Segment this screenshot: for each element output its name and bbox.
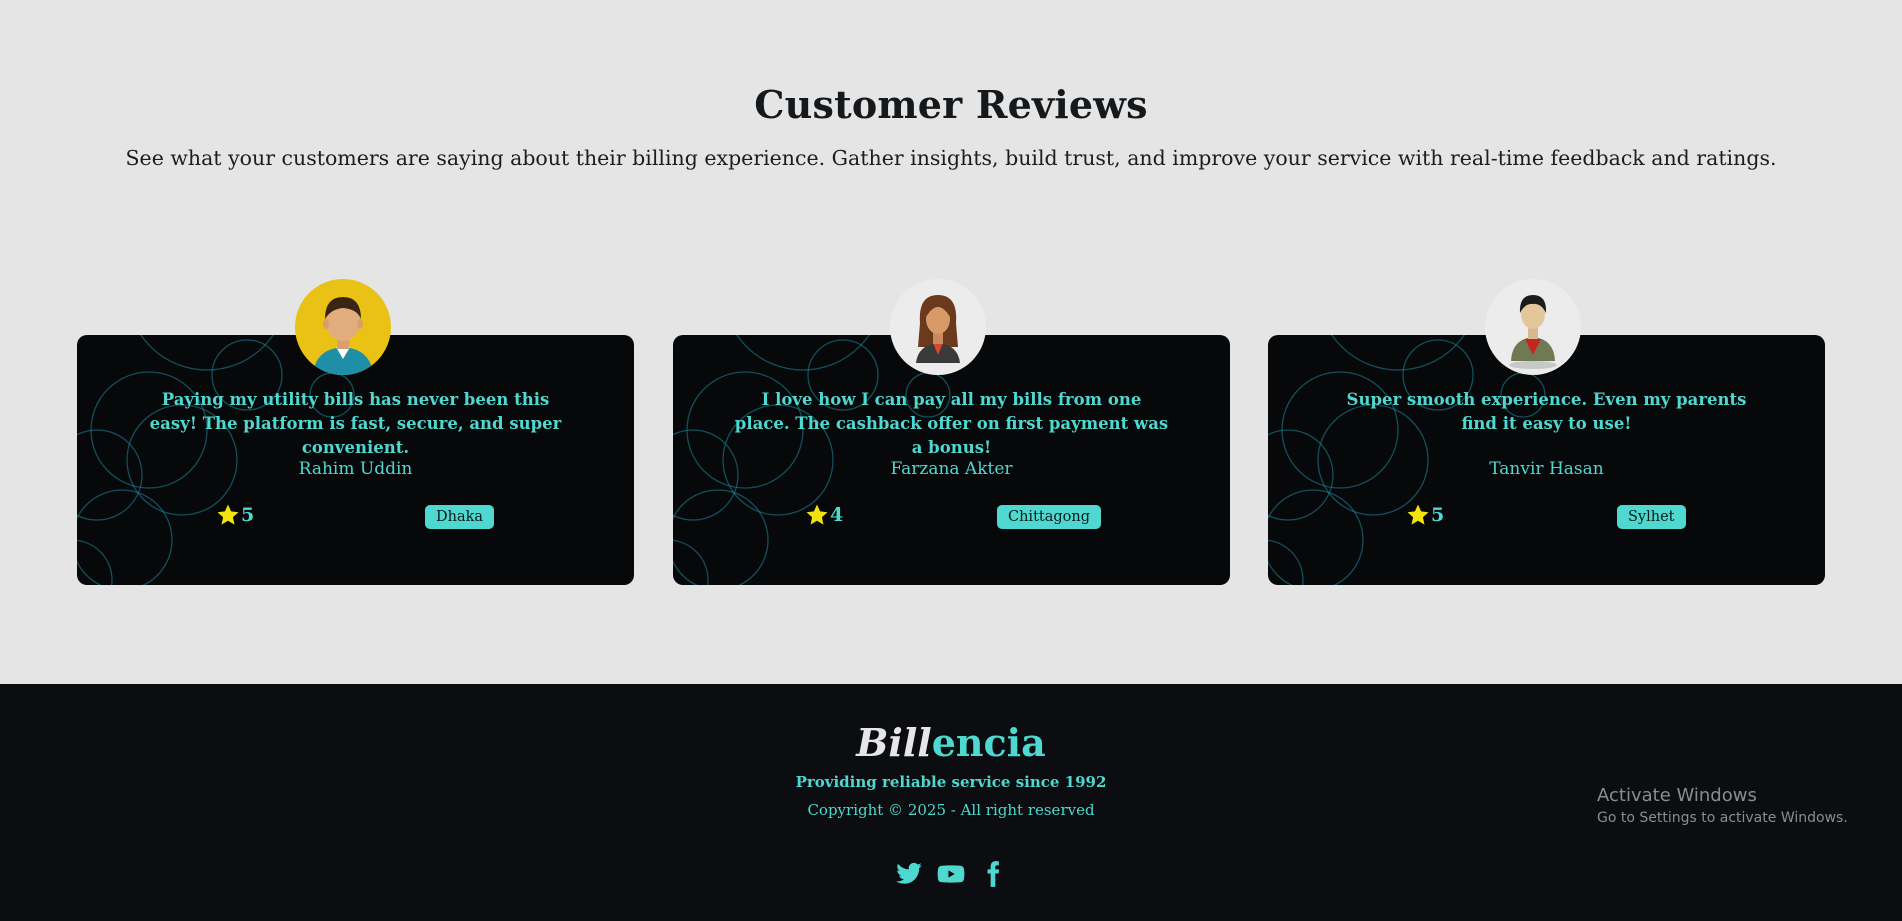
brand-part-2: encia [931, 720, 1046, 765]
rating: 4 [805, 503, 843, 527]
watermark-title: Activate Windows [1597, 785, 1757, 806]
review-quote: I love how I can pay all my bills from o… [734, 390, 1169, 457]
star-icon [1406, 503, 1430, 527]
windows-activation-watermark: Activate Windows Go to Settings to activ… [1597, 785, 1848, 826]
watermark-subtitle: Go to Settings to activate Windows. [1597, 810, 1848, 826]
review-quote: Super smooth experience. Even my parents… [1346, 390, 1747, 433]
section-subtitle: See what your customers are saying about… [125, 146, 1777, 170]
brand-logo[interactable]: Billencia [0, 720, 1902, 765]
reviewer-name: Rahim Uddin [298, 459, 413, 479]
star-icon [805, 503, 829, 527]
rating: 5 [216, 503, 254, 527]
rating-value: 4 [830, 504, 844, 526]
brand-part-1: Bill [856, 720, 932, 765]
facebook-icon[interactable] [979, 860, 1007, 888]
city-badge: Chittagong [997, 505, 1102, 529]
social-links [895, 860, 1007, 888]
reviewer-name: Farzana Akter [890, 459, 1013, 479]
youtube-icon[interactable] [937, 860, 965, 888]
city-badge: Sylhet [1617, 505, 1686, 529]
reviews-section: Customer Reviews See what your customers… [0, 0, 1902, 684]
star-icon [216, 503, 240, 527]
rating: 5 [1406, 503, 1444, 527]
twitter-icon[interactable] [895, 860, 923, 888]
man-avatar-icon [295, 279, 391, 375]
city-badge: Dhaka [425, 505, 495, 529]
review-quote: Paying my utility bills has never been t… [149, 390, 562, 457]
young-man-avatar-icon [1485, 279, 1581, 375]
woman-avatar-icon [890, 279, 986, 375]
section-title: Customer Reviews [754, 82, 1148, 127]
rating-value: 5 [241, 504, 255, 526]
reviewer-name: Tanvir Hasan [1489, 459, 1604, 479]
rating-value: 5 [1431, 504, 1445, 526]
